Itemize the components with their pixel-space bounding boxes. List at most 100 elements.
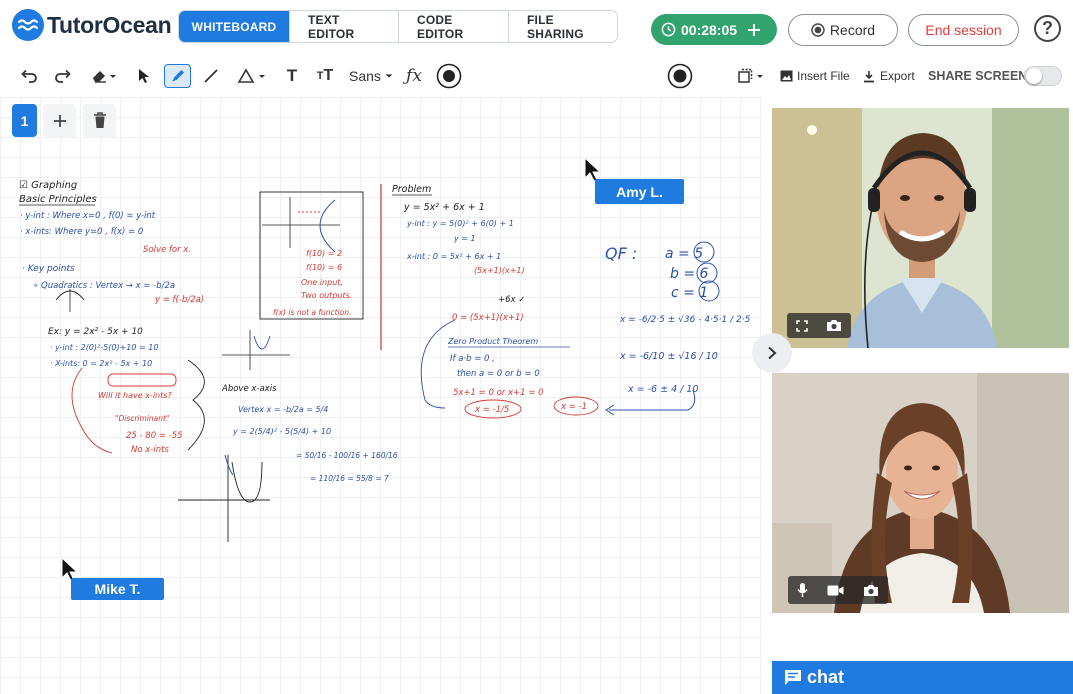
export-icon [862,64,876,88]
hw-qf-simplified: x = -6/10 ± √16 / 10 [619,351,718,362]
hw-example: Ex: y = 2x² - 5x + 10 [48,327,143,337]
whiteboard-toolbar: T TT Sans ƒx Insert File Export SHARE SC… [0,56,1073,138]
font-select[interactable]: Sans [349,64,393,88]
add-page-button[interactable] [43,104,76,137]
select-pointer-icon[interactable] [134,64,154,88]
font-select-value: Sans [349,68,381,84]
hw-root-one: x = -1/5 [474,405,509,415]
camera-snapshot-icon[interactable] [863,584,879,597]
redo-icon[interactable] [52,64,74,88]
chat-bubble-icon [785,670,801,685]
add-time-icon[interactable] [747,23,761,37]
record-button[interactable]: Record [788,14,898,46]
mode-tabs: WHITEBOARD TEXT EDITOR CODE EDITOR FILE … [178,10,618,43]
hw-problem-yint: y-int : y = 5(0)² + 6(0) + 1 [406,219,514,228]
undo-icon[interactable] [18,64,40,88]
shape-tool-icon[interactable] [236,64,270,88]
hw-qf-substitution: x = -6/2·5 ± √36 - 4·5·1 / 2·5 [619,314,751,325]
chat-label: chat [807,667,845,687]
video-camera-icon[interactable] [827,585,844,596]
hw-discriminant-value: 25 - 80 = -55 [126,431,183,441]
next-video-button[interactable] [752,333,792,373]
hw-problem-y1: y = 1 [453,234,476,243]
hw-qf-label: QF : [605,244,637,263]
hw-problem-zero-form: 0 = (5x+1)(x+1) [452,313,524,323]
end-session-button[interactable]: End session [908,14,1019,46]
delete-page-button[interactable] [83,104,116,137]
hw-problem-equation: y = 5x² + 6x + 1 [403,202,485,213]
hw-vertex-y-calc: y = 2(5/4)² - 5(5/4) + 10 [232,427,331,436]
text-size-icon[interactable]: TT [313,64,337,88]
hw-solve-for-x: Solve for x. [143,245,191,255]
chevron-right-icon [768,346,777,360]
hw-problem-check: +6x ✓ [498,295,525,305]
hw-example-xints: · X-ints: 0 = 2x² - 5x + 10 [50,359,152,368]
collaborator-cursor-label-mike: Mike T. [71,578,164,600]
wave-logo-icon [12,9,44,41]
microphone-icon[interactable] [797,582,808,598]
formula-icon[interactable]: ƒx [403,64,425,88]
timer-value: 00:28:05 [681,21,738,38]
chat-bar[interactable]: chat [772,661,1073,694]
export-button[interactable]: Export [880,64,915,88]
video-tile-tutor[interactable] [772,108,1069,348]
hw-fraction-sum: = 50/16 - 100/16 + 160/16 [296,451,398,460]
hw-one-input: One input, [301,278,343,287]
hw-qf-b: b = 6 [670,266,709,282]
app-name: TutorOcean [47,11,172,38]
share-screen-toggle[interactable] [1024,66,1062,86]
eraser-icon[interactable] [88,64,120,88]
tutor-video-controls [787,313,851,338]
color-black-selected[interactable] [435,63,463,89]
help-icon: ? [1042,18,1053,38]
fullscreen-icon[interactable] [796,319,808,332]
hw-root-two: x = -1 [560,402,587,412]
page-1-button[interactable]: 1 [12,104,37,137]
record-icon [811,23,825,37]
hw-zero-product-theorem: Zero Product Theorem [447,337,538,346]
clock-icon [661,22,676,37]
share-screen-label: SHARE SCREEN [928,69,1028,83]
hw-problem-title: Problem [392,184,431,195]
plus-icon [53,114,66,127]
hw-yint-rule: · y-int : Where x=0 , f(0) = y-int [20,211,156,221]
pen-tool-icon[interactable] [164,64,191,88]
tab-code-editor[interactable]: CODE EDITOR [398,11,508,42]
tab-text-editor[interactable]: TEXT EDITOR [289,11,398,42]
hw-vertex-y: y = f(-b/2a) [154,295,204,305]
tutor-video-feed [772,108,1069,348]
hw-two-outputs: Two outputs. [301,291,352,300]
top-bar: TutorOcean WHITEBOARD TEXT EDITOR CODE E… [0,0,1073,56]
insert-image-icon [779,64,793,88]
text-tool-icon[interactable]: T [283,64,301,88]
line-tool-icon[interactable] [201,64,221,88]
hw-above-x-axis: Above x-axis [221,384,277,394]
hw-solve-factors: 5x+1 = 0 or x+1 = 0 [453,388,544,398]
hw-discriminant: "Discriminant" [115,414,169,423]
hw-vertex-x: Vertex x = -b/2a = 5/4 [238,405,328,414]
hw-basic-principles: Basic Principles [19,194,97,205]
hw-problem-factor: (5x+1)(x+1) [474,266,525,275]
hw-key-points: · Key points [22,264,75,274]
student-video-controls [788,576,888,604]
tutorocean-logo[interactable]: TutorOcean [12,9,172,41]
video-tile-student[interactable] [772,373,1069,613]
stroke-size-m-selected[interactable] [667,63,693,89]
session-timer[interactable]: 00:28:05 [651,14,777,45]
whiteboard-canvas[interactable]: ☑ Graphing Basic Principles · y-int : Wh… [0,97,763,694]
hw-then-a-or-b: then a = 0 or b = 0 [457,369,540,379]
collaborator-cursor-label-amy: Amy L. [595,179,684,204]
trash-icon [93,112,106,128]
camera-snapshot-icon[interactable] [826,319,842,332]
tab-file-sharing[interactable]: FILE SHARING [508,11,617,42]
end-session-label: End session [925,22,1002,38]
layers-icon[interactable] [737,64,767,88]
help-button[interactable]: ? [1034,15,1061,42]
hw-problem-xint: x-int : 0 = 5x² + 6x + 1 [406,252,501,261]
insert-file-button[interactable]: Insert File [797,64,850,88]
hw-qf-final: x = -6 ± 4 / 10 [627,384,698,395]
hw-example-yint: · y-int : 2(0)²-5(0)+10 = 10 [50,343,158,352]
chevron-down-icon [385,74,393,78]
hw-result: = 110/16 = 55/8 = 7 [310,474,389,483]
tab-whiteboard[interactable]: WHITEBOARD [179,11,289,42]
